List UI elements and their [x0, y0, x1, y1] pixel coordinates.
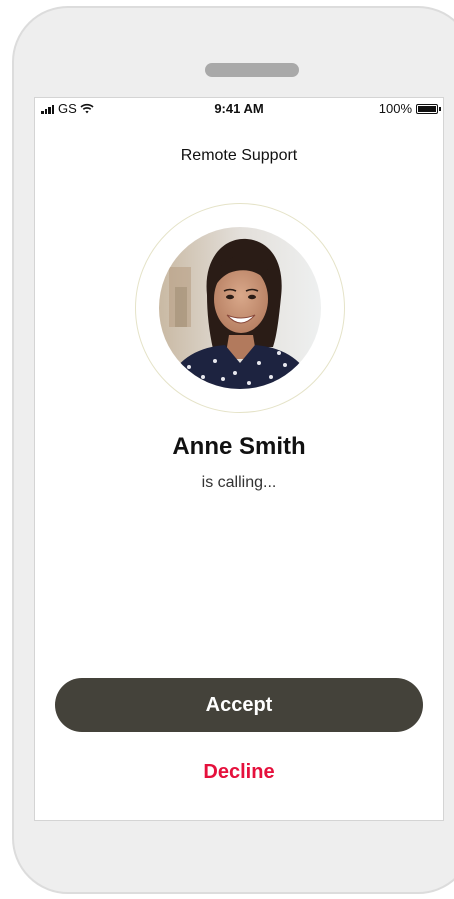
phone-screen: GS 9:41 AM 100% Remote Support Anne Smit…: [34, 97, 444, 821]
page-title: Remote Support: [180, 147, 298, 164]
decline-button[interactable]: Decline: [35, 761, 443, 784]
status-bar: GS 9:41 AM 100%: [35, 98, 443, 120]
caller-avatar: [159, 227, 321, 389]
accept-button[interactable]: Accept: [55, 678, 423, 732]
caller-name: Anne Smith: [172, 433, 306, 460]
battery-percentage: 100%: [378, 101, 412, 116]
status-right: 100%: [378, 101, 441, 116]
phone-speaker: [205, 63, 299, 77]
battery-icon: [416, 103, 441, 114]
caller-photo: [159, 227, 321, 389]
call-status: is calling...: [201, 474, 277, 491]
battery-fill: [418, 105, 436, 112]
